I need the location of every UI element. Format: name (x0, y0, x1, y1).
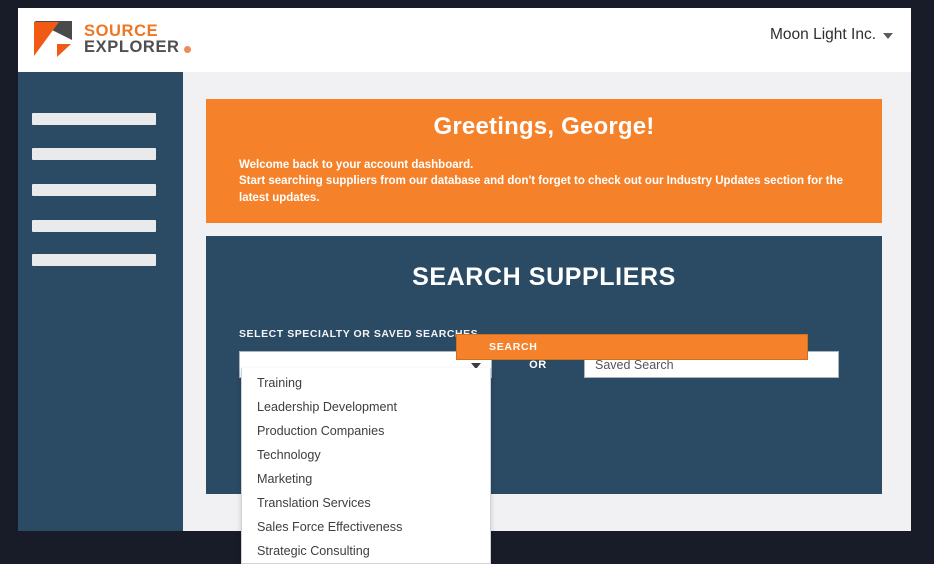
or-divider-label: OR (529, 358, 547, 371)
account-name-label: Moon Light Inc. (770, 26, 876, 43)
search-panel-title: SEARCH SUPPLIERS (412, 263, 676, 291)
dropdown-option[interactable]: Leadership Development (242, 395, 490, 419)
dropdown-option[interactable]: Marketing (242, 467, 490, 491)
specialty-dropdown-list[interactable]: Training Leadership Development Production… (241, 368, 491, 564)
dropdown-option[interactable]: Translation Services (242, 491, 490, 515)
app-header: SOURCE EXPLORER Moon Light Inc. (18, 8, 911, 72)
brand-wordmark-line2: EXPLORER (84, 38, 180, 56)
sidebar-item-5[interactable] (32, 254, 156, 266)
brand-wordmark-line1: SOURCE (84, 21, 159, 40)
brand-wordmark: SOURCE EXPLORER (84, 21, 191, 56)
dropdown-option[interactable]: Training (242, 371, 490, 395)
sidebar-nav (18, 72, 183, 531)
greeting-line-1: Welcome back to your account dashboard. (239, 159, 474, 171)
brand-wordmark-line2-row: EXPLORER (84, 39, 191, 56)
dropdown-option[interactable]: Strategic Consulting (242, 539, 490, 563)
dropdown-option[interactable]: Technology (242, 443, 490, 467)
dropdown-option[interactable]: Production Companies (242, 419, 490, 443)
logo-orange-triangle (34, 22, 59, 56)
account-menu[interactable]: Moon Light Inc. (770, 26, 893, 44)
greeting-title: Greetings, George! (433, 113, 655, 140)
greeting-line-2: Start searching suppliers from our datab… (239, 175, 844, 204)
sidebar-item-3[interactable] (32, 184, 156, 196)
search-button[interactable]: SEARCH (456, 334, 808, 360)
sidebar-item-4[interactable] (32, 220, 156, 232)
dropdown-option[interactable]: Sales Force Effectiveness (242, 515, 490, 539)
sidebar-item-2[interactable] (32, 148, 156, 160)
chevron-down-icon (883, 33, 893, 39)
browser-frame: SOURCE EXPLORER Moon Light Inc. Greeting… (0, 0, 934, 564)
brand-logo[interactable]: SOURCE EXPLORER (31, 18, 191, 60)
registered-mark-icon (183, 45, 191, 53)
greeting-banner: Greetings, George! Welcome back to your … (206, 99, 882, 223)
source-explorer-logo-icon (31, 18, 75, 60)
sidebar-item-1[interactable] (32, 113, 156, 125)
logo-orange-accent (57, 44, 71, 57)
